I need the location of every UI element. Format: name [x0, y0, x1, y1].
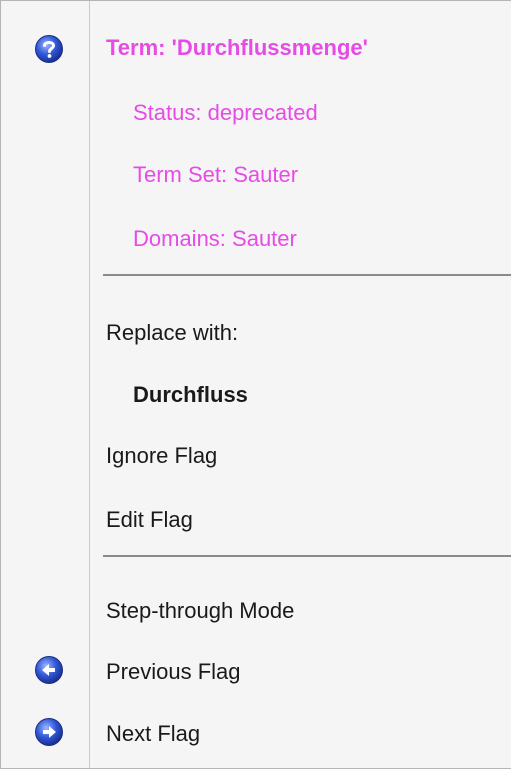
help-icon[interactable] — [34, 34, 64, 64]
arrow-right-icon — [35, 718, 63, 746]
menu-separator — [103, 555, 511, 557]
menu-separator — [103, 274, 511, 276]
term-title: Term: 'Durchflussmenge' — [106, 35, 368, 60]
gutter-divider — [89, 1, 90, 768]
step-through-mode-item[interactable]: Step-through Mode — [106, 597, 294, 625]
replace-with-label: Replace with: — [106, 320, 239, 345]
term-domains: Domains: Sauter — [133, 226, 297, 251]
ignore-flag-item[interactable]: Ignore Flag — [106, 442, 217, 470]
menu-icon-gutter — [1, 1, 89, 768]
arrow-left-icon — [35, 656, 63, 684]
replacement-term-item[interactable]: Durchfluss — [133, 381, 248, 409]
previous-flag-item[interactable]: Previous Flag — [106, 658, 241, 686]
term-set: Term Set: Sauter — [133, 162, 299, 187]
context-menu: Term: 'Durchflussmenge' Status: deprecat… — [0, 0, 511, 769]
term-status: Status: deprecated — [133, 100, 318, 125]
next-flag-item[interactable]: Next Flag — [106, 720, 200, 748]
edit-flag-item[interactable]: Edit Flag — [106, 506, 193, 534]
